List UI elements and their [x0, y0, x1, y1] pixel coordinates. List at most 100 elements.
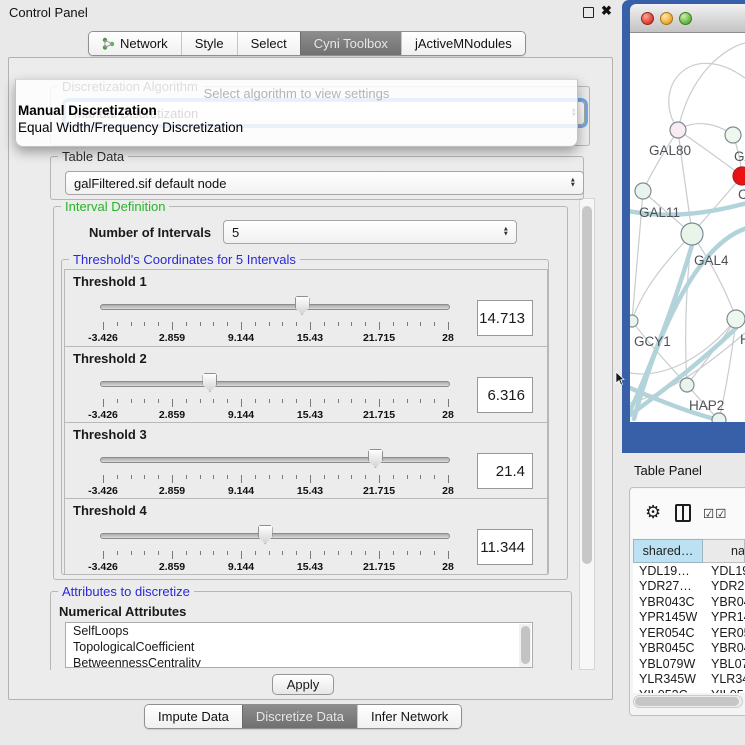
control-panel-tabbar: Network Style SelectCyni ToolboxjActiveMNo…: [88, 31, 526, 56]
slider-track[interactable]: [100, 533, 450, 539]
table-row[interactable]: YBR043CYBR04: [633, 594, 745, 610]
attribute-list-item[interactable]: TopologicalCoefficient: [66, 639, 532, 655]
network-view-canvas[interactable]: GAL80GACGAL11GAL4GCY1HHAP2: [630, 33, 745, 422]
slider-tick: [200, 399, 201, 403]
table-row[interactable]: YLR345WYLR34: [633, 672, 745, 688]
table-horizontal-scrollbar[interactable]: [633, 695, 743, 708]
tab-infer-network[interactable]: Infer Network: [357, 705, 461, 728]
cell-name: YER05: [703, 626, 745, 640]
slider-tick: [448, 399, 449, 407]
tab-style[interactable]: Style: [181, 32, 237, 55]
threshold-label: Threshold 3: [73, 427, 147, 442]
zoom-window-button[interactable]: [679, 12, 692, 25]
threshold-value-field[interactable]: 21.4: [477, 453, 533, 489]
slider-handle[interactable]: [368, 449, 383, 468]
popup-item-equal-width-frequency[interactable]: Equal Width/Frequency Discretization: [18, 120, 243, 135]
slider-tick-label: 21.715: [363, 332, 395, 344]
slider-tick: [213, 399, 214, 403]
number-of-intervals-combobox[interactable]: 5 ▲▼: [223, 220, 517, 244]
gear-icon[interactable]: ⚙: [645, 503, 661, 521]
bottom-node[interactable]: [712, 413, 726, 422]
slider-handle[interactable]: [295, 296, 310, 315]
tab-jactivemnodules[interactable]: jActiveMNodules: [401, 32, 525, 55]
slider-tick: [131, 399, 132, 403]
HAP2-node[interactable]: [680, 378, 694, 392]
network-window-titlebar[interactable]: [630, 4, 745, 33]
list-scrollbar[interactable]: [519, 624, 531, 668]
slider-track[interactable]: [100, 457, 450, 463]
popup-placeholder-item[interactable]: Select algorithm to view settings: [16, 86, 577, 101]
slider-tick-label: 9.144: [228, 561, 254, 573]
column-header-name[interactable]: na…: [703, 539, 745, 563]
table-scrollbar-thumb[interactable]: [635, 697, 739, 706]
network-icon: [102, 37, 115, 50]
close-icon[interactable]: ✖: [601, 3, 612, 19]
GAL80-node[interactable]: [670, 122, 686, 138]
threshold-value-field[interactable]: 14.713: [477, 300, 533, 336]
slider-tick: [269, 551, 270, 555]
slider-handle[interactable]: [202, 373, 217, 392]
slider-track[interactable]: [100, 381, 450, 387]
settings-scrollbar[interactable]: [579, 198, 595, 670]
slider-tick-label: 21.715: [363, 485, 395, 497]
numerical-attributes-list[interactable]: SelfLoopsTopologicalCoefficientBetweenne…: [65, 622, 533, 668]
list-scrollbar-thumb[interactable]: [521, 626, 530, 664]
tab-impute-data[interactable]: Impute Data: [145, 705, 242, 728]
column-header-shared-name[interactable]: shared…: [633, 539, 703, 563]
table-row[interactable]: YDR27…YDR27: [633, 579, 745, 595]
table-row[interactable]: YBL079WYBL07: [633, 656, 745, 672]
table-row[interactable]: YPR145WYPR14: [633, 610, 745, 626]
table-row[interactable]: YBR045CYBR04: [633, 641, 745, 657]
selected-red-node[interactable]: [733, 167, 745, 185]
slider-tick: [158, 475, 159, 479]
slider-handle[interactable]: [258, 525, 273, 544]
slider-tick: [103, 475, 104, 483]
top-right-node[interactable]: [725, 127, 741, 143]
threshold-label: Threshold 2: [73, 351, 147, 366]
fieldset-label: Threshold's Coordinates for 5 Intervals: [69, 252, 300, 267]
threshold-value-field[interactable]: 11.344: [477, 529, 533, 565]
slider-tick: [144, 322, 145, 326]
GAL4-node[interactable]: [681, 223, 703, 245]
apply-button[interactable]: Apply: [272, 674, 334, 695]
slider-tick: [379, 475, 380, 483]
tab-network[interactable]: Network: [89, 32, 181, 55]
right-node[interactable]: [727, 310, 745, 328]
select-columns-icon[interactable]: ☑☑: [703, 506, 727, 521]
slider-tick: [407, 399, 408, 403]
slider-tick: [282, 551, 283, 555]
threshold-row-2: Threshold 2-3.4262.8599.14415.4321.71528…: [65, 346, 547, 422]
minimize-window-button[interactable]: [660, 12, 673, 25]
cell-shared-name: YDL19…: [633, 564, 703, 578]
slider-tick: [338, 475, 339, 479]
tab-discretize-data[interactable]: Discretize Data: [242, 705, 357, 728]
slider-tick: [393, 475, 394, 479]
slider-tick: [420, 551, 421, 555]
GAL11-node[interactable]: [635, 183, 651, 199]
tab-cyni-toolbox[interactable]: Cyni Toolbox: [300, 32, 401, 55]
float-window-icon[interactable]: [583, 7, 594, 18]
threshold-value-field[interactable]: 6.316: [477, 377, 533, 413]
slider-tick: [393, 399, 394, 403]
slider-tick: [200, 475, 201, 479]
attribute-list-item[interactable]: BetweennessCentrality: [66, 655, 532, 668]
tab-label: Style: [195, 36, 224, 51]
table-data-combobox[interactable]: galFiltered.sif default node ▲▼: [65, 171, 584, 195]
slider-tick: [434, 551, 435, 555]
table-row[interactable]: YIL052CYIL05: [633, 687, 745, 693]
fieldset-label: Attributes to discretize: [58, 584, 194, 599]
GCY1-node[interactable]: [630, 315, 638, 327]
attribute-list-item[interactable]: SelfLoops: [66, 623, 532, 639]
slider-tick: [296, 399, 297, 403]
popup-item-manual-discretization[interactable]: Manual Discretization: [18, 103, 157, 118]
table-row[interactable]: YER054CYER05: [633, 625, 745, 641]
tab-select[interactable]: Select: [237, 32, 300, 55]
algorithm-dropdown-popup: Select algorithm to view settings Manual…: [15, 79, 578, 147]
table-row[interactable]: YDL19…YDL19: [633, 563, 745, 579]
columns-icon[interactable]: [675, 504, 691, 522]
table-body: YDL19…YDL19YDR27…YDR27YBR043CYBR04YPR145…: [633, 563, 745, 693]
slider-track[interactable]: [100, 304, 450, 310]
close-window-button[interactable]: [641, 12, 654, 25]
settings-scrollbar-thumb[interactable]: [582, 206, 592, 564]
number-of-intervals-label: Number of Intervals: [89, 225, 211, 240]
